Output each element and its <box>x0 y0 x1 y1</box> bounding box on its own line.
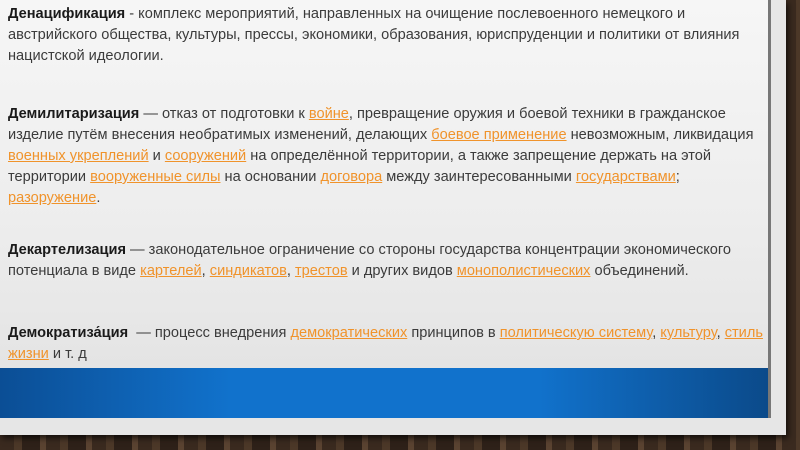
link-democratic[interactable]: демократических <box>291 325 408 341</box>
link-syndicates[interactable]: синдикатов <box>210 263 287 279</box>
paragraph-decartelization: Декартелизация — законодательное огранич… <box>8 240 768 282</box>
link-war[interactable]: войне <box>309 106 349 122</box>
link-fortifications[interactable]: военных укреплений <box>8 148 149 164</box>
text: и <box>148 148 165 164</box>
text: невозможным, ликвидация <box>566 127 754 143</box>
link-structures[interactable]: сооружений <box>165 148 246 164</box>
paragraph-democratization: Демократиза́ция — процесс внедрения демо… <box>8 323 768 365</box>
text: и т. д <box>48 346 87 362</box>
link-cartels[interactable]: картелей <box>140 263 202 279</box>
text: объединений. <box>590 263 689 279</box>
text: — отказ от подготовки к <box>139 106 309 122</box>
slide-panel: Денацификация - комплекс мероприятий, на… <box>0 0 771 368</box>
paragraph-denazification: Денацификация - комплекс мероприятий, на… <box>8 4 778 67</box>
text: принципов в <box>407 325 500 341</box>
link-disarmament[interactable]: разоружение <box>8 190 96 206</box>
text: . <box>96 190 101 206</box>
blue-footer-band <box>0 368 771 418</box>
term: Денацификация <box>8 6 126 22</box>
paragraph-demilitarization: Демилитаризация — отказ от подготовки к … <box>8 104 768 209</box>
text: , <box>286 263 295 279</box>
link-political-system[interactable]: политическую систему <box>500 325 652 341</box>
text: , <box>716 325 725 341</box>
link-trusts[interactable]: трестов <box>295 263 348 279</box>
text: — процесс внедрения <box>128 325 291 341</box>
link-treaty[interactable]: договора <box>321 169 383 185</box>
text: ; <box>675 169 680 185</box>
text: , <box>201 263 210 279</box>
link-armed-forces[interactable]: вооруженные силы <box>90 169 220 185</box>
term: Демилитаризация <box>8 106 140 122</box>
text: и других видов <box>347 263 457 279</box>
term: Декартелизация <box>8 242 126 258</box>
term: Демократиза́ция <box>8 325 129 341</box>
link-states[interactable]: государствами <box>576 169 676 185</box>
text: на основании <box>220 169 321 185</box>
link-combat-use[interactable]: боевое применение <box>431 127 566 143</box>
link-monopolistic[interactable]: монополистических <box>457 263 591 279</box>
link-culture[interactable]: культуру <box>660 325 716 341</box>
text: между заинтересованными <box>382 169 576 185</box>
